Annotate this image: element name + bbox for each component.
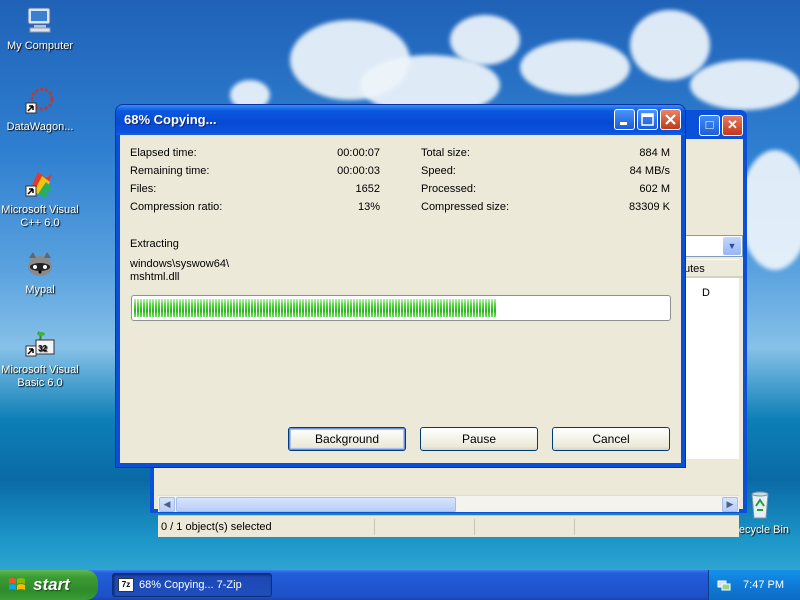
- stat-value: 1652: [355, 183, 380, 195]
- status-divider: [574, 519, 575, 535]
- stat-value: 13%: [357, 201, 380, 213]
- sky-cloud: [450, 15, 520, 65]
- desktop-icon-my-computer[interactable]: My Computer: [0, 4, 80, 53]
- status-divider: [374, 519, 375, 535]
- operation-label: Extracting: [130, 238, 179, 250]
- minimize-icon: [620, 122, 627, 125]
- desktop-icon-label: Microsoft Visual C++ 6.0: [1, 204, 79, 229]
- desktop-icon-label: Recycle Bin: [730, 524, 790, 536]
- dialog-body: Elapsed time: 00:00:07 Remaining time: 0…: [120, 135, 681, 463]
- system-tray: 7:47 PM: [708, 570, 800, 600]
- desktop-icon-visual-cpp[interactable]: Microsoft Visual C++ 6.0: [0, 168, 80, 230]
- copy-progress-bar: [131, 295, 671, 321]
- desktop-icon-label: Mypal: [25, 284, 55, 296]
- start-button[interactable]: start: [0, 570, 98, 600]
- maximize-icon: [641, 113, 654, 126]
- current-file: mshtml.dll: [130, 271, 180, 283]
- datawagon-icon: [25, 87, 54, 114]
- my-computer-icon: [27, 7, 51, 33]
- stat-value: 84 MB/s: [629, 165, 670, 177]
- 7zip-icon: 7z: [118, 578, 134, 592]
- sky-cloud: [690, 60, 800, 110]
- visual-cpp-icon: [25, 172, 52, 198]
- close-button[interactable]: ✕: [722, 115, 743, 136]
- visual-basic-icon: 32: [25, 331, 55, 357]
- stat-value: 00:00:07: [337, 147, 380, 159]
- recycle-bin-icon: [751, 491, 769, 519]
- desktop-icon-mypal[interactable]: Mypal: [0, 248, 80, 297]
- horizontal-scrollbar[interactable]: ◀ ▶: [158, 495, 739, 512]
- sky-cloud: [630, 10, 710, 80]
- taskbar: start 7z 68% Copying... 7-Zip 7:47 PM: [0, 570, 800, 600]
- dialog-titlebar[interactable]: 68% Copying...: [116, 105, 685, 135]
- sky-cloud: [740, 150, 800, 270]
- background-button[interactable]: Background: [288, 427, 406, 451]
- address-dropdown[interactable]: ▼: [680, 235, 743, 257]
- status-bar: 0 / 1 object(s) selected: [158, 515, 739, 537]
- dialog-title: 68% Copying...: [124, 112, 217, 127]
- windows-flag-icon: [9, 578, 25, 590]
- close-icon: [665, 114, 676, 125]
- start-label: start: [33, 575, 70, 594]
- desktop-icon-label: DataWagon...: [6, 121, 74, 133]
- attribute-cell: D: [702, 287, 710, 299]
- taskbar-item-label: 68% Copying... 7-Zip: [139, 579, 242, 591]
- stat-label: Remaining time:: [130, 165, 210, 177]
- close-button[interactable]: [660, 109, 681, 130]
- maximize-button[interactable]: □: [699, 115, 720, 136]
- stat-label: Files:: [130, 183, 157, 195]
- stat-value: 884 M: [639, 147, 670, 159]
- desktop-icon-label: My Computer: [6, 40, 74, 52]
- scroll-right-icon[interactable]: ▶: [722, 497, 738, 512]
- stat-value: 602 M: [639, 183, 670, 195]
- stat-label: Compression ratio:: [130, 201, 223, 213]
- stat-label: Processed:: [421, 183, 477, 195]
- scrollbar-thumb[interactable]: [176, 497, 456, 512]
- stat-label: Elapsed time:: [130, 147, 197, 159]
- stat-value: 00:00:03: [337, 165, 380, 177]
- desktop-icon-label: Microsoft Visual Basic 6.0: [1, 364, 79, 389]
- clock[interactable]: 7:47 PM: [743, 570, 784, 600]
- pause-button[interactable]: Pause: [420, 427, 538, 451]
- desktop-icon-visual-basic[interactable]: 32 Microsoft Visual Basic 6.0: [0, 328, 80, 390]
- progress-fill: [134, 299, 498, 317]
- stat-value: 83309 K: [629, 201, 670, 213]
- network-icon[interactable]: [717, 578, 731, 592]
- status-divider: [474, 519, 475, 535]
- current-path: windows\syswow64\: [130, 258, 230, 270]
- sky-cloud: [520, 40, 630, 95]
- desktop-icon-datawagon[interactable]: DataWagon...: [0, 85, 80, 134]
- column-header-attributes[interactable]: utes: [680, 260, 743, 278]
- taskbar-item-7zip[interactable]: 7z 68% Copying... 7-Zip: [112, 573, 272, 597]
- stat-label: Total size:: [421, 147, 470, 159]
- minimize-button[interactable]: [614, 109, 635, 130]
- maximize-button[interactable]: [637, 109, 658, 130]
- scroll-left-icon[interactable]: ◀: [159, 497, 175, 512]
- cancel-button[interactable]: Cancel: [552, 427, 670, 451]
- copy-progress-dialog[interactable]: 68% Copying... Elapsed time: 00:00:07 Re…: [115, 104, 686, 468]
- svg-text:32: 32: [38, 344, 47, 353]
- mypal-raccoon-icon: [28, 252, 52, 276]
- stat-label: Compressed size:: [421, 201, 510, 213]
- chevron-down-icon[interactable]: ▼: [723, 237, 741, 255]
- stat-label: Speed:: [421, 165, 456, 177]
- selection-status: 0 / 1 object(s) selected: [161, 521, 272, 533]
